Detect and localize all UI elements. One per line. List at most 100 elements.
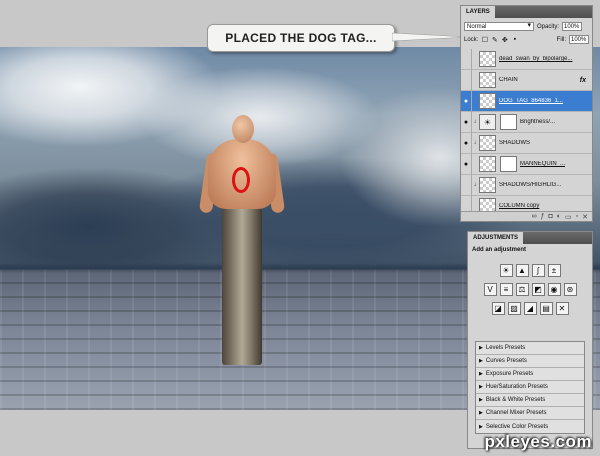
clip-arrow-icon: ↓	[473, 119, 477, 125]
disclosure-triangle-icon: ▶	[479, 423, 483, 430]
selective-color-icon[interactable]: ✕	[555, 302, 569, 315]
layer-thumbnail	[479, 51, 496, 67]
layer-name: SHADOWS/HIGHLIG...	[499, 182, 562, 188]
layer-name: Brightness/...	[520, 119, 556, 125]
fill-input[interactable]: 100%	[569, 35, 589, 44]
add-mask-icon[interactable]: ◘	[549, 213, 553, 220]
group-folder-icon[interactable]: ▭	[565, 213, 572, 221]
gradient-map-icon[interactable]: ▤	[539, 302, 553, 315]
preset-item[interactable]: ▶ Black & White Presets	[476, 394, 584, 407]
layer-thumbnail	[479, 156, 496, 172]
brightness-icon[interactable]: ☀	[499, 264, 513, 277]
layer-list: dead_swan_by_bipolarge... CHAIN fx ● DOG…	[461, 49, 592, 214]
exposure-icon[interactable]: ±	[547, 264, 561, 277]
trash-icon[interactable]: ✕	[582, 213, 588, 221]
layer-name: DOG_TAG_864836_1...	[499, 98, 563, 104]
channel-mixer-icon[interactable]: ⊛	[563, 283, 577, 296]
layer-name: MANNEQUIN_...	[520, 161, 566, 167]
layer-thumbnail	[479, 177, 496, 193]
eye-icon[interactable]: ●	[461, 111, 472, 133]
invert-icon[interactable]: ◪	[491, 302, 505, 315]
blend-mode-select[interactable]: Normal	[464, 22, 534, 31]
layer-row-selected[interactable]: ● DOG_TAG_864836_1...	[461, 90, 592, 112]
hue-saturation-icon[interactable]: ≡	[499, 283, 513, 296]
posterize-icon[interactable]: ▨	[507, 302, 521, 315]
lock-row: Lock: ☐ ✎ ✥ ▪ Fill: 100%	[461, 34, 592, 45]
vibrance-icon[interactable]: V	[483, 283, 497, 296]
disclosure-triangle-icon: ▶	[479, 358, 483, 364]
new-layer-icon[interactable]: ▫	[576, 213, 578, 220]
visibility-toggle[interactable]	[461, 49, 472, 70]
layer-thumbnail	[479, 72, 496, 88]
blend-row: Normal Opacity: 100%	[461, 21, 592, 32]
visibility-toggle[interactable]	[461, 69, 472, 91]
callout-bubble: PLACED THE DOG TAG...	[207, 24, 395, 52]
preset-item[interactable]: ▶ Curves Presets	[476, 355, 584, 368]
lock-pixels-icon[interactable]: ✎	[491, 36, 498, 44]
adjustment-thumbnail-icon: ☀	[479, 114, 496, 130]
layer-row[interactable]: CHAIN fx	[461, 69, 592, 91]
dog-tag-highlight	[232, 167, 250, 193]
lock-label: Lock:	[464, 36, 479, 43]
disclosure-triangle-icon: ▶	[479, 371, 483, 377]
disclosure-triangle-icon: ▶	[479, 397, 483, 403]
layer-name: CHAIN	[499, 77, 518, 83]
layers-tabbar: LAYERS	[461, 6, 592, 18]
fill-label: Fill:	[556, 36, 566, 43]
watermark-logo: pxleyes.com	[484, 432, 592, 451]
mannequin-head	[232, 115, 254, 143]
callout-pointer	[392, 32, 468, 42]
threshold-icon[interactable]: ◢	[523, 302, 537, 315]
layer-row[interactable]: ● ↓ ☀ Brightness/...	[461, 111, 592, 133]
visibility-toggle[interactable]	[461, 174, 472, 196]
lock-position-icon[interactable]: ✥	[501, 36, 508, 44]
eye-icon[interactable]: ●	[461, 153, 472, 175]
layers-footer: ∞ ƒ ◘ ◐ ▭ ▫ ✕	[461, 211, 592, 221]
photo-filter-icon[interactable]: ◉	[547, 283, 561, 296]
adjustments-tabbar: ADJUSTMENTS	[468, 232, 592, 244]
color-balance-icon[interactable]: ⚖	[515, 283, 529, 296]
adjustment-icons-row-3: ◪ ▨ ◢ ▤ ✕	[468, 302, 592, 315]
adjustment-layer-icon[interactable]: ◐	[557, 213, 561, 220]
tab-layers[interactable]: LAYERS	[461, 6, 495, 18]
layer-name: COLUMN copy	[499, 203, 540, 209]
preset-item[interactable]: ▶ Exposure Presets	[476, 368, 584, 381]
adjustments-heading: Add an adjustment	[472, 247, 527, 253]
opacity-input[interactable]: 100%	[562, 22, 583, 31]
layer-row[interactable]: ● ↓ SHADOWS	[461, 132, 592, 154]
clip-arrow-icon: ↓	[473, 182, 477, 188]
layer-thumbnail	[479, 135, 496, 151]
levels-icon[interactable]: ▲	[515, 264, 529, 277]
presets-list: ▶ Levels Presets ▶ Curves Presets ▶ Exposur…	[475, 341, 585, 434]
preset-item[interactable]: ▶ Levels Presets	[476, 342, 584, 355]
layers-panel[interactable]: LAYERS Normal Opacity: 100% Lock: ☐ ✎ ✥ …	[460, 5, 593, 222]
adjustment-icons-row-1: ☀ ▲ ∫ ±	[468, 264, 592, 277]
disclosure-triangle-icon: ▶	[479, 384, 483, 390]
fx-icon[interactable]: fx	[580, 77, 592, 84]
preset-item[interactable]: ▶ Hue/Saturation Presets	[476, 381, 584, 394]
layer-row[interactable]: ● MANNEQUIN_...	[461, 153, 592, 175]
layer-name: dead_swan_by_bipolarge...	[499, 56, 573, 62]
link-layers-icon[interactable]: ∞	[532, 213, 537, 220]
mask-thumbnail	[500, 114, 517, 130]
opacity-label: Opacity:	[537, 23, 560, 30]
fx-icon[interactable]: ƒ	[541, 213, 545, 220]
clip-arrow-icon: ↓	[473, 140, 477, 146]
lock-transparent-icon[interactable]: ☐	[481, 36, 488, 44]
adjustment-icons-row-2: V ≡ ⚖ ◩ ◉ ⊛	[468, 283, 592, 296]
black-white-icon[interactable]: ◩	[531, 283, 545, 296]
lock-all-icon[interactable]: ▪	[511, 36, 518, 43]
layer-thumbnail	[479, 93, 496, 109]
layer-row[interactable]: dead_swan_by_bipolarge...	[461, 49, 592, 70]
mask-thumbnail	[500, 156, 517, 172]
layer-row[interactable]: ↓ SHADOWS/HIGHLIG...	[461, 174, 592, 196]
eye-icon[interactable]: ●	[461, 90, 472, 112]
preset-item[interactable]: ▶ Channel Mixer Presets	[476, 407, 584, 420]
disclosure-triangle-icon: ▶	[479, 345, 483, 351]
disclosure-triangle-icon: ▶	[479, 410, 483, 416]
layer-name: SHADOWS	[499, 140, 531, 146]
tab-adjustments[interactable]: ADJUSTMENTS	[468, 232, 524, 244]
eye-icon[interactable]: ●	[461, 132, 472, 154]
curves-icon[interactable]: ∫	[531, 264, 545, 277]
adjustments-panel[interactable]: ADJUSTMENTS Add an adjustment ☀ ▲ ∫ ± V …	[467, 231, 593, 449]
